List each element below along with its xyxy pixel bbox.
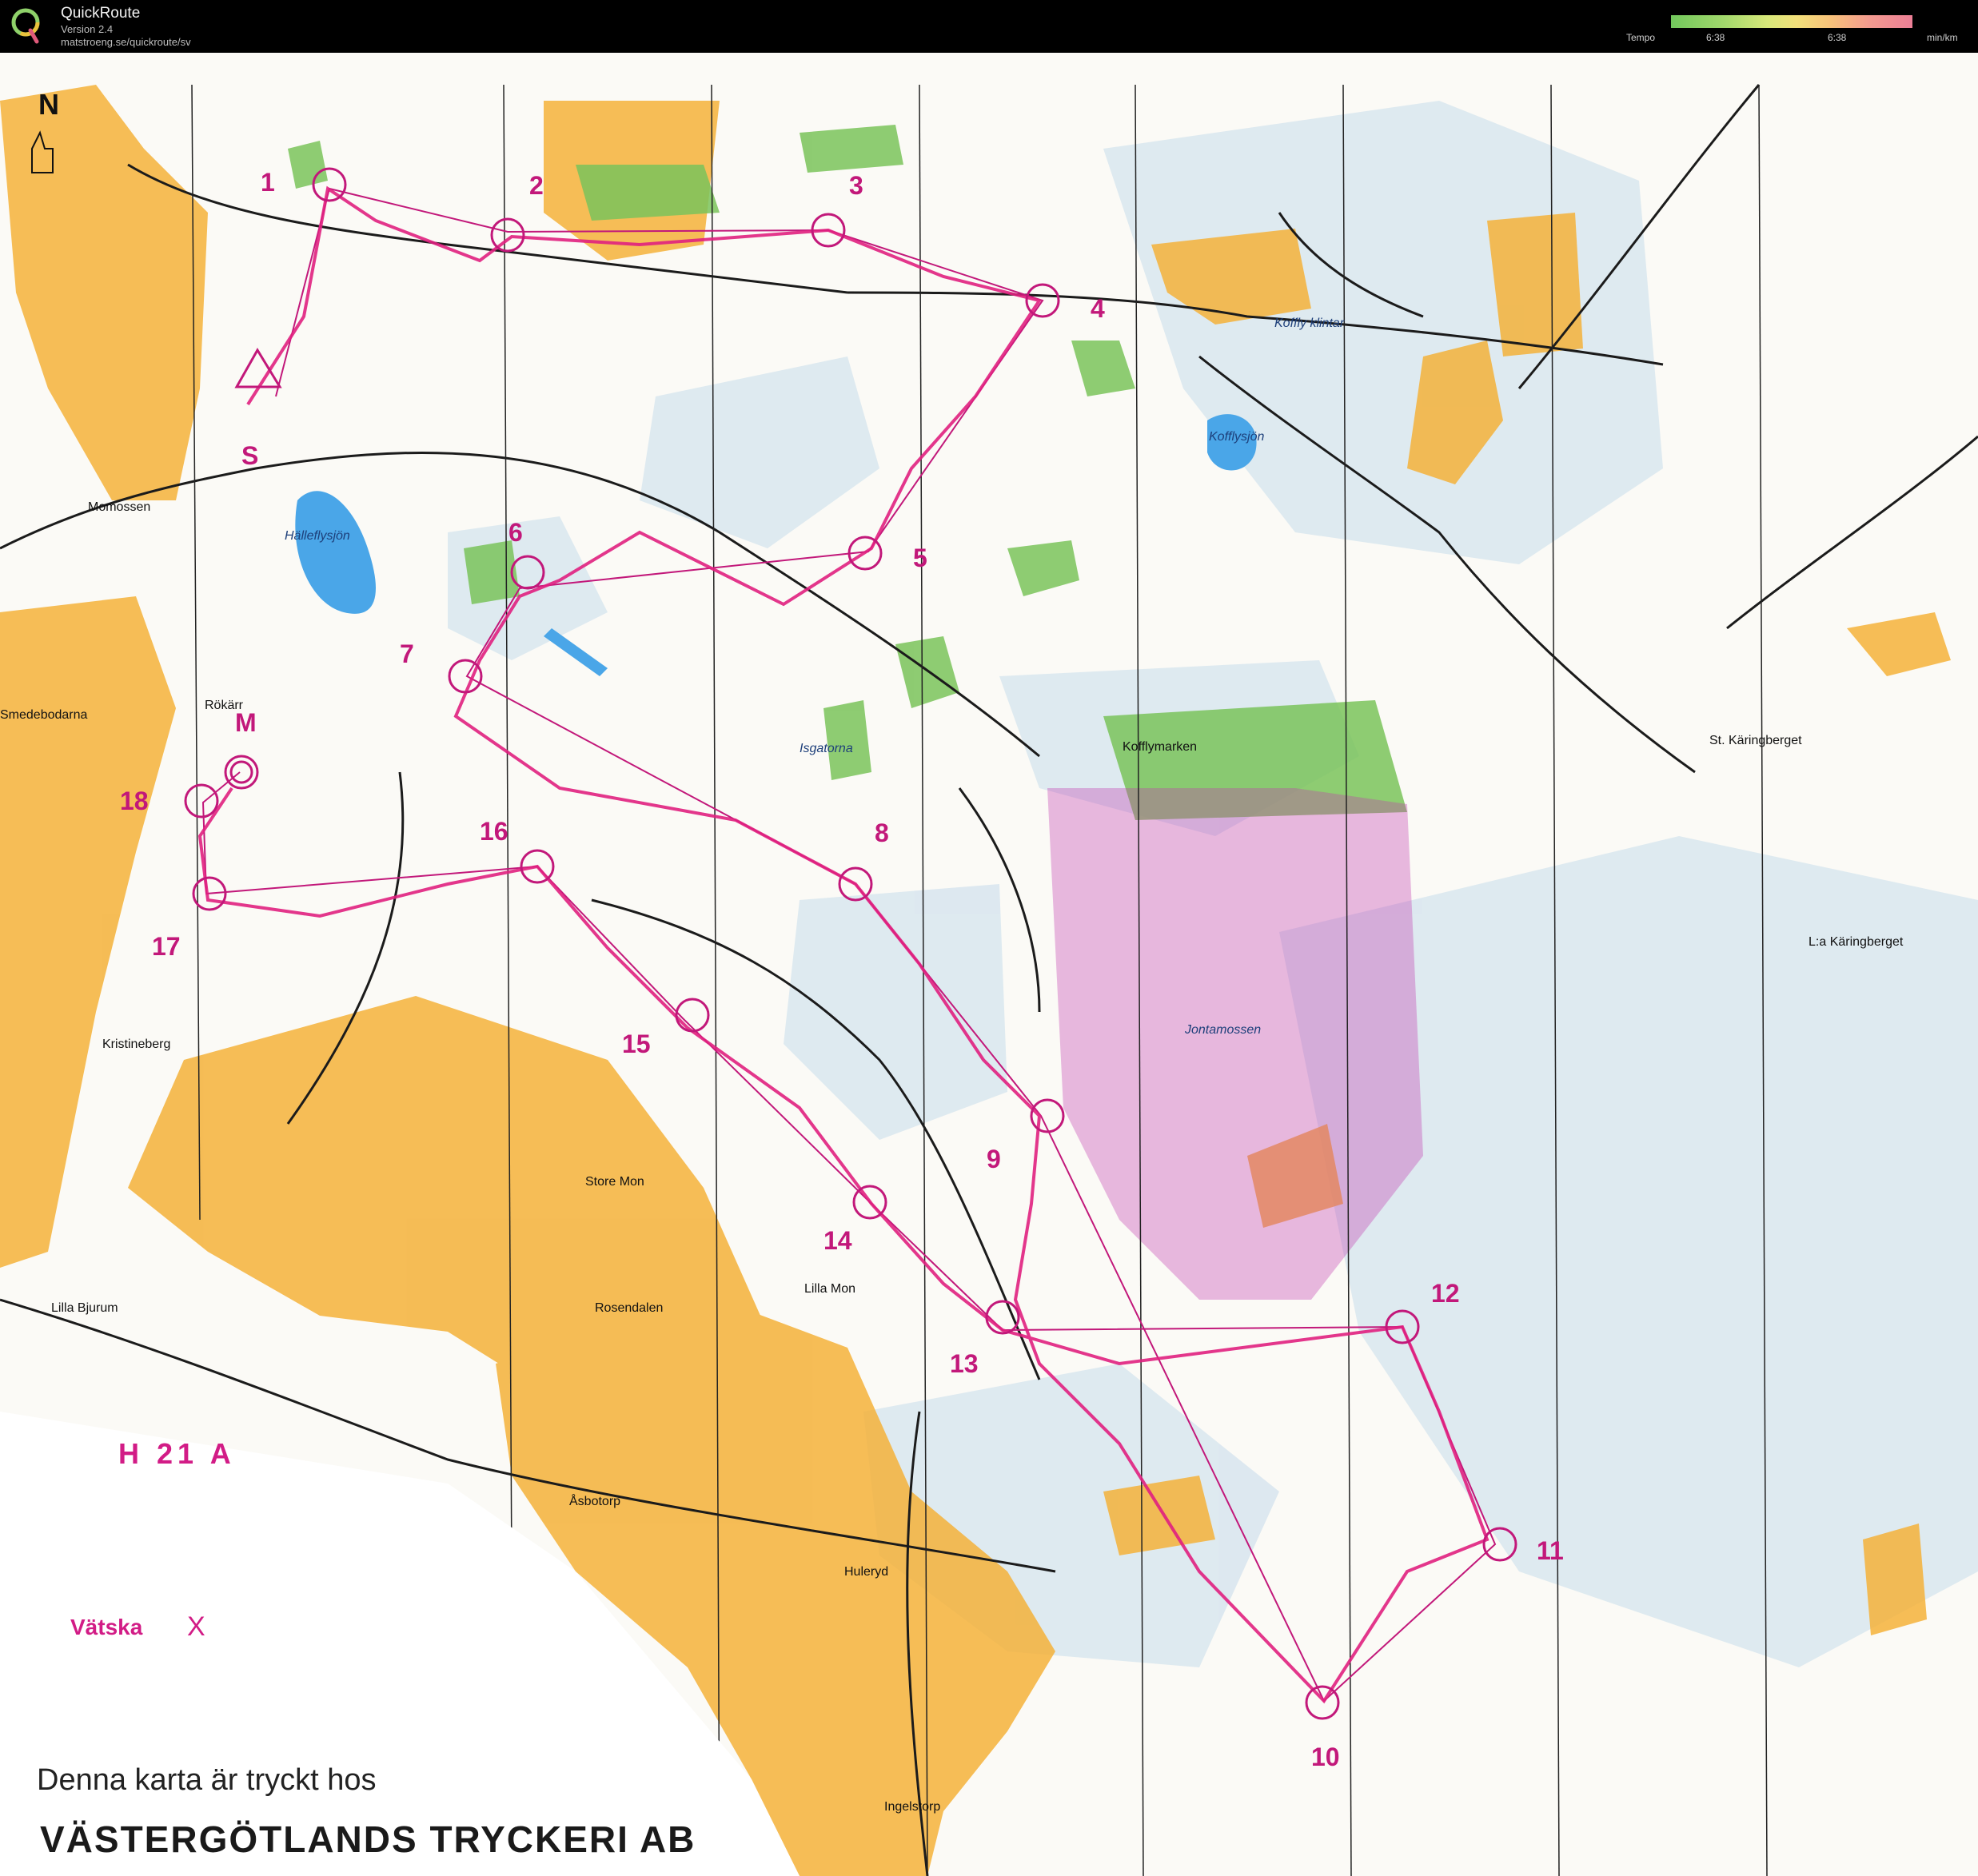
- tempo-color-scale: [1671, 15, 1912, 28]
- finish-label: M: [235, 708, 257, 737]
- tempo-max-value: 6:38: [1828, 32, 1847, 43]
- place-rosendalen: Rosendalen: [595, 1301, 664, 1315]
- place-koffly-klintar: Koffly klintar: [1274, 317, 1345, 330]
- drink-station-label: Vätska: [70, 1615, 143, 1639]
- place-lilla-mon: Lilla Mon: [804, 1282, 856, 1296]
- control-number-5[interactable]: 5: [913, 544, 927, 573]
- place-asbotorp: Åsbotorp: [569, 1495, 621, 1508]
- place-momossen: Momossen: [88, 500, 151, 514]
- orienteering-map[interactable]: N Momossen Hälleflysjön Smedebodarna Rök…: [0, 53, 1978, 1876]
- app-url: matstroeng.se/quickroute/sv: [61, 36, 191, 48]
- place-isgatorna: Isgatorna: [800, 742, 853, 755]
- control-number-10[interactable]: 10: [1311, 1743, 1340, 1772]
- control-number-9[interactable]: 9: [987, 1145, 1001, 1174]
- place-store-mon: Store Mon: [585, 1175, 644, 1189]
- place-huleryd: Huleryd: [844, 1565, 889, 1579]
- control-number-1[interactable]: 1: [261, 168, 275, 197]
- place-st-karingberget: St. Käringberget: [1709, 734, 1802, 747]
- map-canvas: [0, 84, 1978, 1876]
- drink-station-mark: X: [187, 1611, 205, 1642]
- north-label: N: [38, 88, 59, 121]
- printer-name: VÄSTERGÖTLANDS TRYCKERI AB: [40, 1818, 696, 1860]
- control-number-6[interactable]: 6: [508, 518, 523, 548]
- control-number-11[interactable]: 11: [1537, 1536, 1564, 1566]
- control-number-13[interactable]: 13: [950, 1349, 979, 1379]
- start-triangle: [234, 348, 282, 388]
- forbidden-area: [1047, 788, 1423, 1300]
- control-number-4[interactable]: 4: [1091, 294, 1105, 324]
- tempo-min-value: 6:38: [1706, 32, 1725, 43]
- control-number-15[interactable]: 15: [622, 1030, 651, 1059]
- control-number-8[interactable]: 8: [875, 819, 889, 848]
- start-label: S: [241, 441, 259, 470]
- control-number-2[interactable]: 2: [529, 171, 544, 201]
- place-lilla-bjurum: Lilla Bjurum: [51, 1301, 118, 1315]
- printer-line: Denna karta är tryckt hos: [37, 1763, 377, 1797]
- place-kofflysjon: Kofflysjön: [1209, 430, 1265, 444]
- control-number-14[interactable]: 14: [824, 1226, 852, 1256]
- place-smedebodarna: Smedebodarna: [0, 708, 88, 722]
- tempo-unit: min/km: [1927, 32, 1958, 43]
- app-title: QuickRoute: [61, 5, 141, 22]
- quickroute-q-logo-icon: [11, 8, 40, 44]
- place-jontamossen: Jontamossen: [1185, 1023, 1262, 1037]
- control-number-18[interactable]: 18: [120, 787, 149, 816]
- place-halleflysjon: Hälleflysjön: [285, 529, 350, 543]
- control-number-7[interactable]: 7: [400, 639, 414, 669]
- control-number-17[interactable]: 17: [152, 932, 181, 962]
- control-number-12[interactable]: 12: [1431, 1279, 1460, 1308]
- app-version: Version 2.4: [61, 23, 114, 35]
- app-titlebar: QuickRoute Version 2.4 matstroeng.se/qui…: [0, 0, 1978, 53]
- course-class-label: H 21 A: [118, 1437, 236, 1470]
- place-la-karingberget: L:a Käringberget: [1809, 935, 1904, 949]
- place-kofflymarken: Kofflymarken: [1123, 740, 1198, 754]
- place-kristineberg: Kristineberg: [102, 1038, 171, 1051]
- place-ingelstorp: Ingelstorp: [884, 1800, 941, 1814]
- control-number-16[interactable]: 16: [480, 817, 508, 846]
- control-number-3[interactable]: 3: [849, 171, 863, 201]
- tempo-label: Tempo: [1626, 32, 1656, 43]
